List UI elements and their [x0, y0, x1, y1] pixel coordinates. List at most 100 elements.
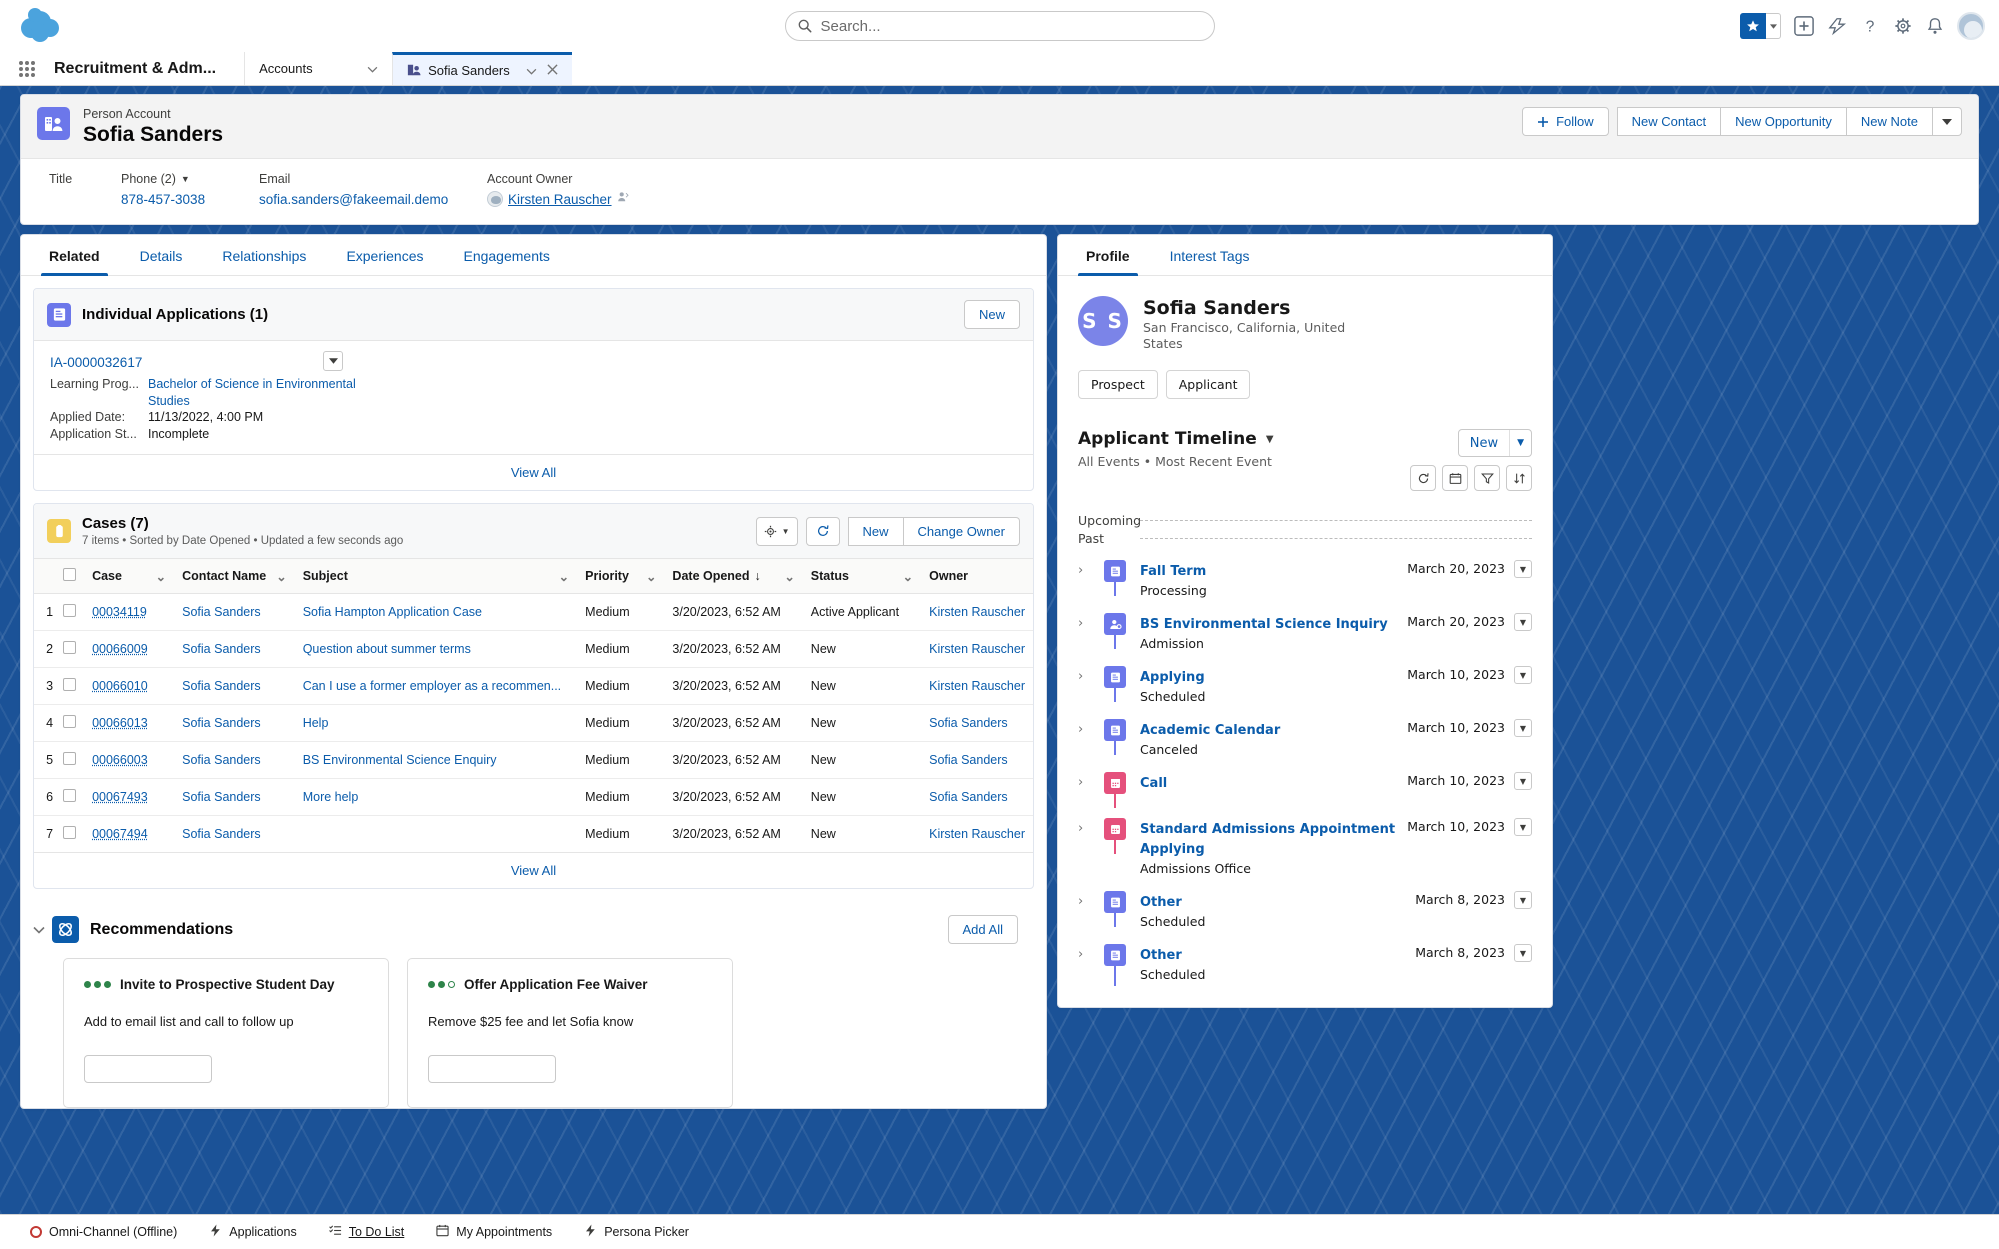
utility-item-persona-picker[interactable]: Persona Picker [568, 1215, 705, 1249]
tab-engagements[interactable]: Engagements [443, 235, 569, 275]
row-owner[interactable]: Sofia Sanders [921, 741, 1033, 779]
owner-link[interactable]: Kirsten Rauscher [929, 605, 1025, 619]
timeline-event-name[interactable]: Academic Calendar [1140, 723, 1280, 738]
chevron-down-icon[interactable]: ⌄ [638, 569, 656, 584]
row-owner[interactable]: Kirsten Rauscher [921, 593, 1033, 631]
account-owner-link[interactable]: Kirsten Rauscher [508, 192, 612, 207]
timeline-event-name[interactable]: Other [1140, 948, 1182, 963]
new-note-button[interactable]: New Note [1846, 107, 1933, 136]
status-badge-applicant[interactable]: Applicant [1165, 370, 1251, 399]
timeline-event-name[interactable]: Fall Term [1140, 564, 1206, 579]
row-case-number[interactable]: 00067494 [84, 816, 174, 853]
tab-relationships[interactable]: Relationships [202, 235, 326, 275]
new-opportunity-button[interactable]: New Opportunity [1721, 107, 1847, 136]
chevron-down-icon[interactable]: ⌄ [268, 569, 286, 584]
table-row[interactable]: 3 00066010 Sofia Sanders Can I use a for… [34, 667, 1033, 705]
utility-item-applications[interactable]: Applications [193, 1215, 312, 1249]
row-actions-button[interactable]: ▼ [1514, 719, 1532, 737]
row-contact-name[interactable]: Sofia Sanders [174, 778, 295, 816]
row-checkbox[interactable] [63, 604, 77, 617]
table-row[interactable]: 5 00066003 Sofia Sanders BS Environmenta… [34, 741, 1033, 779]
chevron-down-icon[interactable] [367, 61, 378, 76]
chevron-right-icon[interactable]: › [1078, 719, 1098, 737]
row-case-number[interactable]: 00034119 [84, 593, 175, 631]
row-actions-button[interactable]: ▼ [1514, 944, 1532, 962]
email-link[interactable]: sofia.sanders@fakeemail.demo [259, 192, 448, 207]
row-checkbox[interactable] [63, 641, 77, 654]
timeline-event-name[interactable]: BS Environmental Science Inquiry [1140, 617, 1388, 632]
chevron-down-icon[interactable]: ⌄ [148, 569, 166, 584]
subject-link[interactable]: BS Environmental Science Enquiry [303, 753, 497, 767]
case-number-link[interactable]: 00067493 [92, 790, 148, 804]
owner-link[interactable]: Sofia Sanders [929, 753, 1008, 767]
chevron-right-icon[interactable]: › [1078, 666, 1098, 684]
case-number-link[interactable]: 00066003 [92, 753, 148, 767]
timeline-event-name[interactable]: Standard Admissions Appointment Applying [1140, 822, 1395, 857]
row-case-number[interactable]: 00066003 [84, 741, 175, 779]
chevron-right-icon[interactable]: › [1078, 772, 1098, 790]
list-item[interactable]: › Applying Scheduled March 10, 2023 ▼ [1078, 666, 1532, 719]
nav-tab-accounts[interactable]: Accounts [244, 52, 393, 85]
owner-link[interactable]: Kirsten Rauscher [929, 679, 1025, 693]
chevron-right-icon[interactable]: › [1078, 818, 1098, 836]
new-contact-button[interactable]: New Contact [1616, 107, 1722, 136]
row-checkbox[interactable] [63, 826, 77, 839]
recommendation-action-button[interactable] [84, 1055, 212, 1083]
calendar-icon[interactable] [1442, 465, 1468, 491]
select-all-checkbox[interactable] [63, 568, 77, 581]
row-contact-name[interactable]: Sofia Sanders [174, 816, 295, 853]
new-case-button[interactable]: New [847, 516, 904, 546]
user-avatar-icon[interactable] [1957, 12, 1985, 40]
list-item[interactable]: › BS Environmental Science Inquiry Admis… [1078, 613, 1532, 666]
row-owner[interactable]: Kirsten Rauscher [921, 667, 1033, 705]
row-checkbox-cell[interactable] [55, 704, 85, 742]
table-row[interactable]: 6 00067493 Sofia Sanders More help Mediu… [34, 778, 1033, 816]
new-application-button[interactable]: New [963, 300, 1020, 329]
subject-link[interactable]: Can I use a former employer as a recomme… [303, 679, 561, 693]
row-subject[interactable]: Can I use a former employer as a recomme… [294, 667, 578, 705]
follow-button[interactable]: Follow [1522, 107, 1609, 136]
cases-col-subject[interactable]: Subject ⌄ [294, 559, 578, 594]
owner-link[interactable]: Kirsten Rauscher [929, 642, 1025, 656]
owner-link[interactable]: Kirsten Rauscher [929, 827, 1025, 841]
utility-item-my-appointments[interactable]: My Appointments [420, 1215, 568, 1249]
change-owner-button[interactable]: Change Owner [903, 516, 1020, 546]
tab-related[interactable]: Related [29, 235, 120, 276]
app-launcher-waffle-icon[interactable] [0, 52, 54, 85]
row-checkbox-cell[interactable] [55, 741, 85, 779]
chevron-down-icon[interactable]: ⌄ [895, 569, 913, 584]
case-number-link[interactable]: 00034119 [92, 605, 147, 619]
row-checkbox-cell[interactable] [55, 667, 85, 705]
applications-view-all-link[interactable]: View All [511, 465, 556, 480]
chevron-down-icon[interactable]: ▼ [181, 171, 190, 188]
change-owner-icon[interactable] [617, 190, 629, 208]
owner-link[interactable]: Sofia Sanders [929, 716, 1008, 730]
row-checkbox[interactable] [63, 678, 77, 691]
bell-icon[interactable] [1926, 16, 1944, 36]
applications-view-all[interactable]: View All [34, 454, 1033, 490]
row-subject[interactable]: More help [294, 778, 578, 816]
chevron-right-icon[interactable]: › [1078, 560, 1098, 578]
row-checkbox[interactable] [63, 752, 77, 765]
cases-col-contact[interactable]: Contact Name ⌄ [174, 559, 295, 594]
row-contact-name[interactable]: Sofia Sanders [174, 667, 295, 705]
cases-select-all-header[interactable] [55, 559, 85, 594]
subject-link[interactable]: Help [303, 716, 329, 730]
case-number-link[interactable]: 00067494 [92, 827, 148, 841]
status-badge-prospect[interactable]: Prospect [1078, 370, 1158, 399]
nav-tab-sofia-sanders[interactable]: Sofia Sanders [392, 52, 573, 85]
list-item[interactable]: › Standard Admissions Appointment Applyi… [1078, 818, 1532, 891]
row-case-number[interactable]: 00066010 [84, 667, 175, 705]
row-checkbox-cell[interactable] [55, 778, 85, 816]
timeline-event-name[interactable]: Other [1140, 895, 1182, 910]
row-actions-button[interactable]: ▼ [1514, 891, 1532, 909]
row-checkbox-cell[interactable] [55, 630, 85, 668]
application-record-link[interactable]: IA-0000032617 [50, 355, 142, 370]
contact-name-link[interactable]: Sofia Sanders [182, 605, 261, 619]
cases-col-status[interactable]: Status ⌄ [802, 559, 922, 594]
gear-icon[interactable] [1893, 16, 1913, 36]
row-contact-name[interactable]: Sofia Sanders [174, 741, 295, 779]
app-name-label[interactable]: Recruitment & Adm... [54, 52, 244, 85]
row-checkbox[interactable] [63, 715, 77, 728]
search-input[interactable]: Search... [784, 11, 1215, 41]
